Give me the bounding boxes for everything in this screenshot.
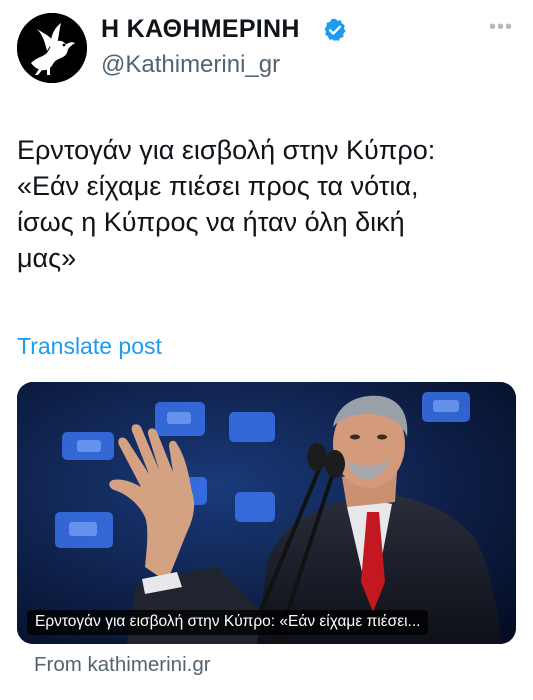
pegasus-logo-icon	[17, 13, 87, 83]
display-name[interactable]: Η ΚΑΘΗΜΕΡΙΝΗ	[101, 15, 300, 44]
card-image	[17, 382, 516, 644]
link-card[interactable]: Ερντογάν για εισβολή στην Κύπρο: «Εάν εί…	[17, 382, 516, 644]
tweet-text-line: Ερντογάν για εισβολή στην Κύπρο:	[17, 135, 436, 165]
tweet-text-line: μας»	[17, 243, 77, 273]
account-handle[interactable]: @Kathimerini_gr	[101, 51, 280, 79]
card-source-link[interactable]: From kathimerini.gr	[34, 653, 211, 677]
translate-post-link[interactable]: Translate post	[17, 333, 162, 360]
tweet-text-line: ίσως η Κύπρος να ήταν όλη δική	[17, 207, 405, 237]
avatar[interactable]	[17, 13, 87, 83]
verified-badge-icon	[324, 18, 346, 42]
tweet-text: Ερντογάν για εισβολή στην Κύπρο: «Εάν εί…	[17, 132, 522, 276]
card-caption: Ερντογάν για εισβολή στην Κύπρο: «Εάν εί…	[27, 610, 429, 635]
more-options-icon[interactable]: •••	[489, 16, 513, 39]
tweet-text-line: «Εάν είχαμε πιέσει προς τα νότια,	[17, 171, 419, 201]
